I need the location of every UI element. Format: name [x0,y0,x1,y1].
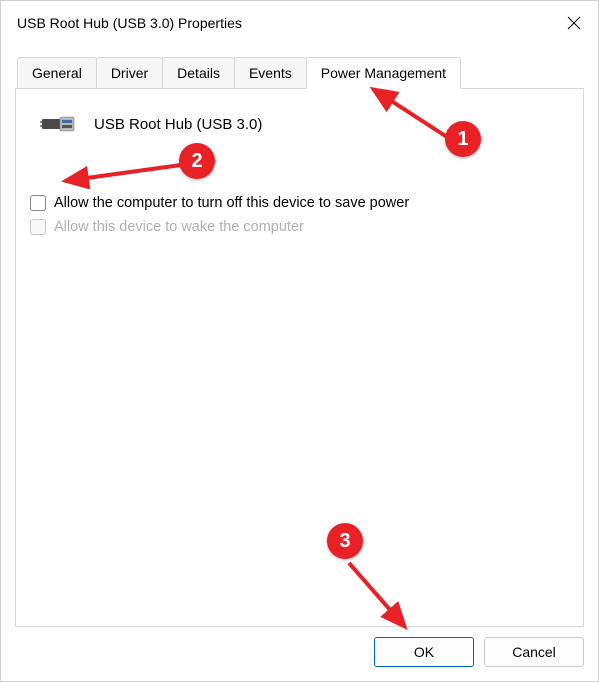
button-row: OK Cancel [15,637,584,667]
device-row: USB Root Hub (USB 3.0) [40,109,569,139]
annotation-label: 1 [457,128,468,151]
properties-dialog: USB Root Hub (USB 3.0) Properties Genera… [0,0,599,682]
tab-driver[interactable]: Driver [96,57,163,88]
tab-general[interactable]: General [17,57,97,88]
tabstrip: General Driver Details Events Power Mana… [15,57,584,89]
close-button[interactable] [550,1,598,45]
annotation-badge-2: 2 [179,143,215,179]
titlebar: USB Root Hub (USB 3.0) Properties [1,1,598,45]
content-area: General Driver Details Events Power Mana… [1,45,598,681]
annotation-label: 3 [339,530,350,553]
checkbox-allow-wake: Allow this device to wake the computer [30,219,569,235]
annotation-label: 2 [191,150,202,173]
tab-power-management[interactable]: Power Management [306,57,461,89]
ok-button[interactable]: OK [374,637,474,667]
checkbox-box-icon [30,219,46,235]
close-icon [567,16,581,30]
annotation-badge-3: 3 [327,523,363,559]
tab-panel: USB Root Hub (USB 3.0) Allow the compute… [15,89,584,627]
device-name: USB Root Hub (USB 3.0) [94,116,262,133]
window-title: USB Root Hub (USB 3.0) Properties [17,15,242,31]
checkbox-box-icon [30,195,46,211]
cancel-button[interactable]: Cancel [484,637,584,667]
checkbox-label: Allow this device to wake the computer [54,219,304,235]
checkbox-allow-turn-off[interactable]: Allow the computer to turn off this devi… [30,195,569,211]
tab-details[interactable]: Details [162,57,235,88]
tab-events[interactable]: Events [234,57,307,88]
annotation-badge-1: 1 [445,121,481,157]
usb-connector-icon [40,109,80,139]
checkbox-label: Allow the computer to turn off this devi… [54,195,409,211]
